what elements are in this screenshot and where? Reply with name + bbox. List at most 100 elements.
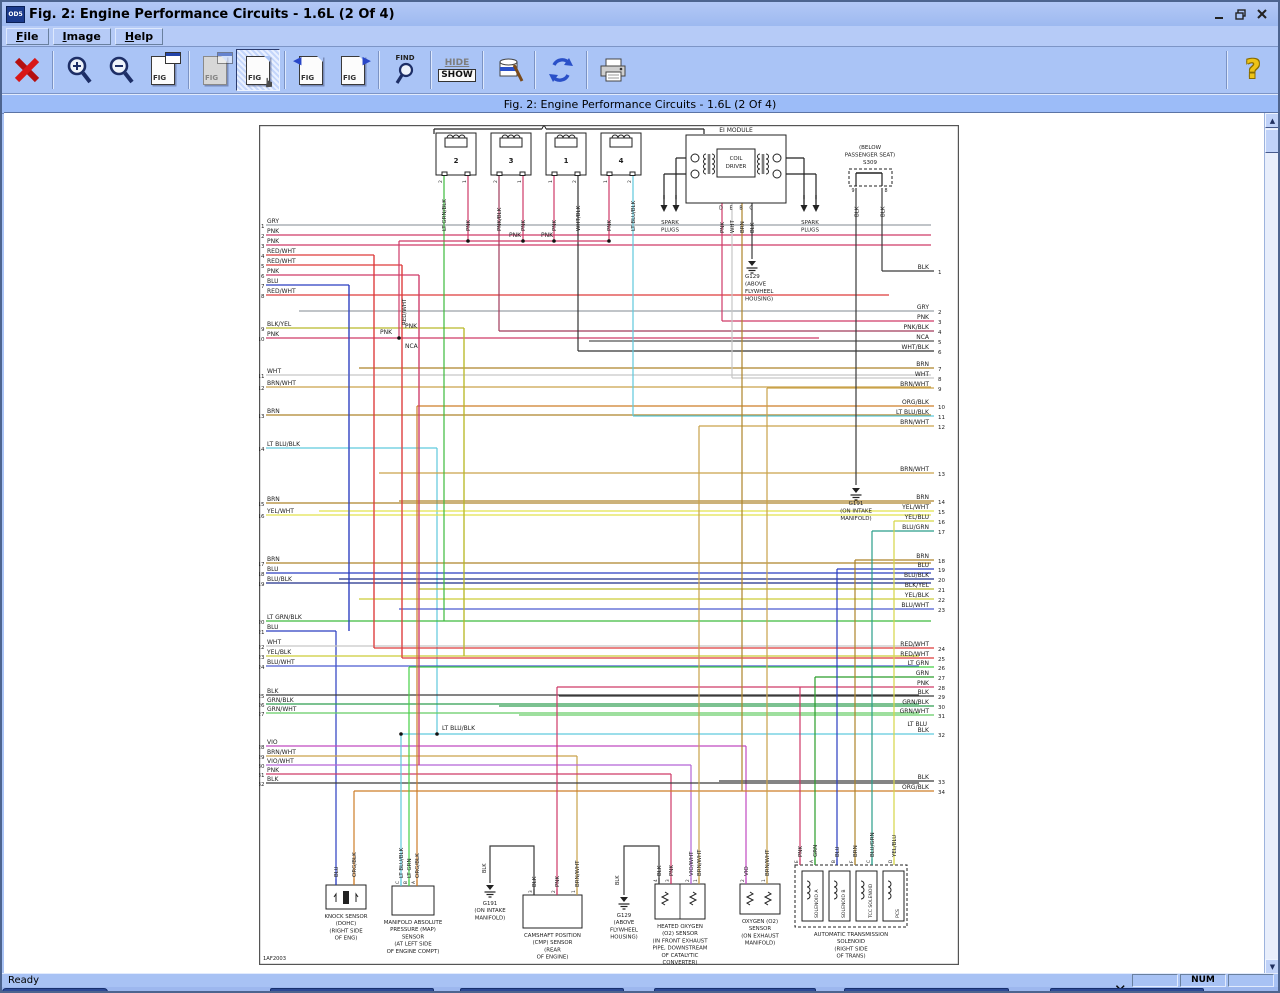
svg-text:G129: G129 <box>617 913 632 919</box>
svg-text:30: 30 <box>938 705 945 711</box>
scroll-down-button[interactable]: ▼ <box>1265 959 1280 974</box>
svg-text:CAMSHAFT POSITION: CAMSHAFT POSITION <box>524 933 581 939</box>
taskbar-button[interactable] <box>270 988 434 993</box>
menu-image[interactable]: Image <box>53 28 111 45</box>
svg-text:GRN/BLK: GRN/BLK <box>267 697 295 704</box>
find-button[interactable]: FIND <box>384 50 426 90</box>
menu-help[interactable]: Help <box>115 28 163 45</box>
svg-text:LT BLU/BLK: LT BLU/BLK <box>631 200 637 231</box>
toolbar-separator <box>284 51 286 89</box>
svg-text:23: 23 <box>938 608 945 614</box>
taskbar-button[interactable] <box>2 988 108 993</box>
svg-text:LT BLU/BLK: LT BLU/BLK <box>442 725 476 732</box>
svg-text:24: 24 <box>259 665 265 671</box>
svg-text:15: 15 <box>259 502 265 508</box>
taskbar-button[interactable] <box>1050 988 1204 993</box>
print-button[interactable] <box>592 50 634 90</box>
svg-text:(ON EXHAUST: (ON EXHAUST <box>741 933 779 939</box>
paint-button[interactable] <box>488 50 530 90</box>
svg-text:WHT/BLK: WHT/BLK <box>901 344 930 351</box>
vertical-scrollbar[interactable]: ▲ ▼ <box>1264 113 1280 974</box>
svg-text:1AF2003: 1AF2003 <box>263 956 286 962</box>
taskbar-button[interactable] <box>654 988 816 993</box>
next-figure-button[interactable]: FIG▶ <box>332 50 374 90</box>
svg-text:LT GRN/BLK: LT GRN/BLK <box>267 614 303 621</box>
svg-text:NCA: NCA <box>405 343 419 350</box>
svg-text:C: C <box>866 860 872 863</box>
svg-text:1: 1 <box>517 180 523 183</box>
svg-text:GRN/WHT: GRN/WHT <box>900 708 930 715</box>
title-bar[interactable]: OD5 Fig. 2: Engine Performance Circuits … <box>2 2 1278 26</box>
svg-text:15: 15 <box>938 510 945 516</box>
svg-text:D: D <box>719 206 723 212</box>
svg-text:YEL/BLK: YEL/BLK <box>904 592 930 599</box>
hand-icon: ☛ <box>263 76 278 88</box>
svg-text:34: 34 <box>938 790 945 796</box>
svg-text:24: 24 <box>938 647 945 653</box>
svg-text:1: 1 <box>761 879 767 882</box>
svg-text:BRN: BRN <box>267 496 280 503</box>
svg-text:BLK: BLK <box>918 689 930 696</box>
svg-text:8: 8 <box>938 377 942 383</box>
svg-text:3: 3 <box>528 890 534 893</box>
svg-text:E: E <box>794 860 800 863</box>
zoom-out-button[interactable] <box>100 50 142 90</box>
help-button[interactable]: ? <box>1232 50 1274 90</box>
svg-text:PNK: PNK <box>917 680 930 687</box>
svg-text:LT GRN/BLK: LT GRN/BLK <box>442 199 448 231</box>
svg-text:RED/WHT: RED/WHT <box>267 288 296 295</box>
toolbar-separator <box>188 51 190 89</box>
svg-text:BRN/WHT: BRN/WHT <box>900 466 929 473</box>
app-icon: OD5 <box>6 6 25 23</box>
taskbar-button[interactable] <box>460 988 624 993</box>
svg-text:21: 21 <box>259 630 265 636</box>
svg-text:BLU/GRN: BLU/GRN <box>870 832 876 857</box>
svg-text:(DOHC): (DOHC) <box>336 921 356 927</box>
svg-text:VIO/WHT: VIO/WHT <box>267 758 294 765</box>
scroll-up-button[interactable]: ▲ <box>1265 113 1280 128</box>
menu-file[interactable]: File <box>6 28 49 45</box>
svg-text:MANIFOLD): MANIFOLD) <box>745 941 776 947</box>
svg-text:MANIFOLD): MANIFOLD) <box>475 915 506 921</box>
svg-text:11: 11 <box>259 374 265 380</box>
menu-bar: File Image Help <box>2 26 1278 47</box>
diagram-viewport[interactable]: 1GRY2PNK3PNK4RED/WHT5RED/WHT6PNK7BLU8RED… <box>4 112 1280 974</box>
figure-window-button[interactable]: FIG <box>142 50 184 90</box>
svg-text:BRN: BRN <box>267 408 280 415</box>
scrollbar-thumb[interactable] <box>1265 129 1280 153</box>
svg-text:13: 13 <box>259 414 265 420</box>
refresh-button[interactable] <box>540 50 582 90</box>
minimize-button[interactable] <box>1214 9 1225 20</box>
svg-text:VIO: VIO <box>744 866 750 876</box>
svg-text:BLK: BLK <box>267 776 279 783</box>
svg-text:BLU/BLK: BLU/BLK <box>904 572 930 579</box>
svg-text:6: 6 <box>938 350 942 356</box>
svg-text:1: 1 <box>571 890 577 893</box>
svg-text:1: 1 <box>261 224 265 230</box>
svg-text:2: 2 <box>938 310 942 316</box>
svg-text:28: 28 <box>259 745 265 751</box>
figure-copy-button-disabled[interactable]: FIG <box>194 50 236 90</box>
svg-text:(RIGHT SIDE: (RIGHT SIDE <box>834 946 868 952</box>
svg-text:NCA: NCA <box>916 334 930 341</box>
svg-text:BRN/WHT: BRN/WHT <box>575 860 581 887</box>
svg-text:PNK: PNK <box>607 220 613 231</box>
svg-text:17: 17 <box>259 562 265 568</box>
restore-button[interactable] <box>1235 9 1247 20</box>
svg-text:3: 3 <box>261 244 265 250</box>
pan-figure-button[interactable]: FIG☛ <box>236 49 280 91</box>
svg-text:(ABOVE: (ABOVE <box>745 282 767 288</box>
svg-text:PCS: PCS <box>895 909 901 918</box>
hide-show-button[interactable]: HIDESHOW <box>436 50 478 90</box>
svg-text:KNOCK SENSOR: KNOCK SENSOR <box>324 914 367 920</box>
svg-text:(ON INTAKE: (ON INTAKE <box>474 908 506 914</box>
svg-text:YEL/WHT: YEL/WHT <box>266 508 294 515</box>
close-figure-button[interactable] <box>6 50 48 90</box>
zoom-in-button[interactable] <box>58 50 100 90</box>
svg-text:29: 29 <box>938 695 945 701</box>
taskbar-button[interactable] <box>844 988 1009 993</box>
previous-figure-button[interactable]: FIG◀ <box>290 50 332 90</box>
svg-text:12: 12 <box>259 386 265 392</box>
close-button[interactable] <box>1257 9 1268 20</box>
svg-text:31: 31 <box>259 773 265 779</box>
